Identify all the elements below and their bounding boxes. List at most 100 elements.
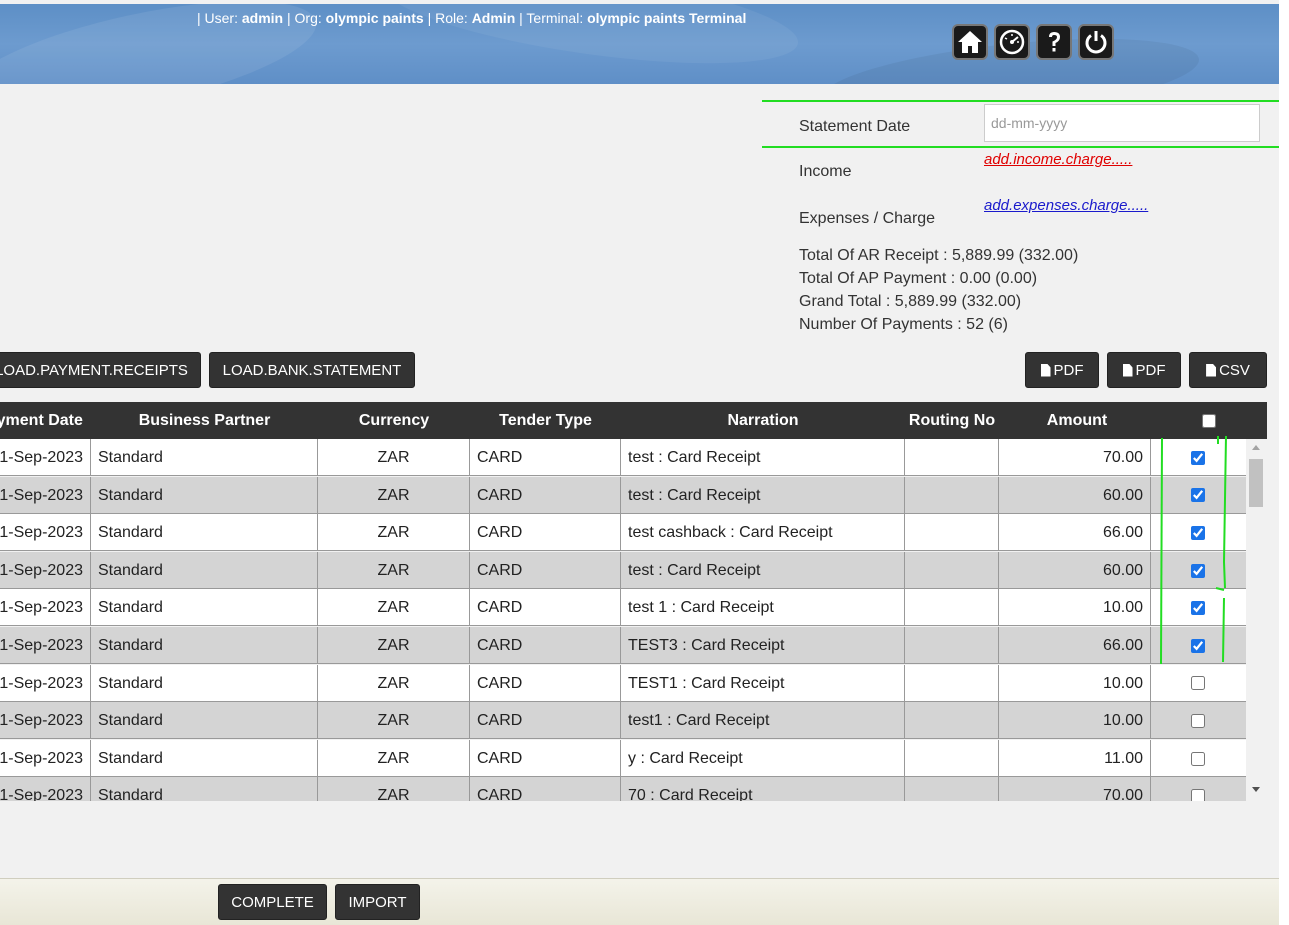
cell-narration: test : Card Receipt <box>621 551 905 589</box>
cell-payment-date: 01-Sep-2023 <box>0 589 91 627</box>
table-row[interactable]: 01-Sep-2023StandardZARCARDtest cashback … <box>0 514 1246 552</box>
cell-business-partner: Standard <box>91 514 318 552</box>
cell-currency: ZAR <box>318 627 470 664</box>
cell-tender-type: CARD <box>470 589 621 627</box>
cell-routing-no <box>905 702 999 740</box>
cell-payment-date: 01-Sep-2023 <box>0 551 91 589</box>
cell-select <box>1151 552 1246 589</box>
scroll-up-arrow-icon[interactable] <box>1252 445 1260 450</box>
cell-select <box>1151 665 1246 702</box>
table-row[interactable]: 01-Sep-2023StandardZARCARDtest 1 : Card … <box>0 589 1246 627</box>
cell-routing-no <box>905 589 999 627</box>
complete-button[interactable]: COMPLETE <box>218 884 327 920</box>
cell-payment-date: 01-Sep-2023 <box>0 664 91 702</box>
row-select-checkbox[interactable] <box>1190 488 1205 503</box>
add-expenses-charge-link[interactable]: add.expenses.charge..... <box>984 197 1148 214</box>
row-select-checkbox[interactable] <box>1190 789 1205 801</box>
export-pdf-button[interactable]: PDF <box>1025 352 1099 388</box>
table-row[interactable]: 01-Sep-2023StandardZARCARDTEST1 : Card R… <box>0 664 1246 702</box>
cell-narration: test cashback : Card Receipt <box>621 514 905 552</box>
scroll-thumb[interactable] <box>1249 459 1263 507</box>
cell-select <box>1151 439 1246 476</box>
cell-narration: TEST1 : Card Receipt <box>621 664 905 702</box>
table-row[interactable]: 01-Sep-2023StandardZARCARDy : Card Recei… <box>0 739 1246 777</box>
table-row[interactable]: 01-Sep-2023StandardZARCARD70 : Card Rece… <box>0 777 1246 801</box>
org-name: olympic paints <box>325 10 424 26</box>
cell-routing-no <box>905 739 999 777</box>
export-csv-button[interactable]: CSV <box>1189 352 1267 388</box>
cell-tender-type: CARD <box>470 551 621 589</box>
row-select-checkbox[interactable] <box>1190 751 1205 766</box>
help-button[interactable] <box>1036 24 1072 60</box>
income-label: Income <box>799 163 852 180</box>
table-row[interactable]: 01-Sep-2023StandardZARCARDtest : Card Re… <box>0 551 1246 589</box>
terminal-name: olympic paints Terminal <box>587 10 747 26</box>
import-button[interactable]: IMPORT <box>335 884 420 920</box>
cell-amount: 10.00 <box>999 664 1151 702</box>
load-payment-receipts-button[interactable]: LOAD.PAYMENT.RECEIPTS <box>0 352 201 388</box>
cell-business-partner: Standard <box>91 664 318 702</box>
cell-business-partner: Standard <box>91 551 318 589</box>
col-tender-type[interactable]: Tender Type <box>470 402 621 439</box>
add-income-charge-link[interactable]: add.income.charge..... <box>984 151 1132 168</box>
cell-currency: ZAR <box>318 702 470 740</box>
cell-amount: 11.00 <box>999 739 1151 777</box>
cell-amount: 10.00 <box>999 702 1151 740</box>
table-scrollbar[interactable] <box>1246 439 1267 801</box>
scroll-down-arrow-icon[interactable] <box>1252 787 1260 792</box>
select-all-checkbox[interactable] <box>1202 413 1216 428</box>
col-currency[interactable]: Currency <box>318 402 470 439</box>
cell-currency: ZAR <box>318 739 470 777</box>
header-icons <box>952 24 1114 60</box>
cell-payment-date: 01-Sep-2023 <box>0 777 91 801</box>
cell-business-partner: Standard <box>91 627 318 664</box>
cell-payment-date: 01-Sep-2023 <box>0 476 91 514</box>
col-payment-date[interactable]: Payment Date <box>0 402 90 439</box>
table-row[interactable]: 01-Sep-2023StandardZARCARDtest : Card Re… <box>0 476 1246 514</box>
home-button[interactable] <box>952 24 988 60</box>
cell-currency: ZAR <box>318 551 470 589</box>
col-narration[interactable]: Narration <box>621 402 905 439</box>
table-row[interactable]: 01-Sep-2023StandardZARCARDtest1 : Card R… <box>0 702 1246 740</box>
totals-summary: Total Of AR Receipt : 5,889.99 (332.00) … <box>799 244 1078 336</box>
row-select-checkbox[interactable] <box>1190 601 1205 616</box>
statement-date-input[interactable] <box>984 104 1260 142</box>
help-icon <box>1049 32 1060 52</box>
cell-tender-type: CARD <box>470 514 621 552</box>
cell-business-partner: Standard <box>91 476 318 514</box>
cell-select <box>1151 777 1246 801</box>
home-icon <box>958 31 982 53</box>
cell-routing-no <box>905 439 999 476</box>
cell-routing-no <box>905 551 999 589</box>
cell-payment-date: 01-Sep-2023 <box>0 702 91 740</box>
col-business-partner[interactable]: Business Partner <box>91 402 318 439</box>
cell-amount: 10.00 <box>999 589 1151 627</box>
cell-amount: 60.00 <box>999 476 1151 514</box>
cell-routing-no <box>905 627 999 664</box>
dashboard-icon <box>999 29 1025 55</box>
document-edit-icon <box>1122 363 1133 377</box>
row-select-checkbox[interactable] <box>1190 638 1205 653</box>
document-icon <box>1206 363 1217 377</box>
col-routing-no[interactable]: Routing No <box>905 402 999 439</box>
cell-narration: TEST3 : Card Receipt <box>621 627 905 664</box>
row-select-checkbox[interactable] <box>1190 450 1205 465</box>
col-amount[interactable]: Amount <box>999 402 1155 439</box>
row-select-checkbox[interactable] <box>1190 676 1205 691</box>
select-all-cell <box>1190 402 1228 439</box>
load-bank-statement-button[interactable]: LOAD.BANK.STATEMENT <box>209 352 415 388</box>
role-name: Admin <box>471 10 516 26</box>
cell-business-partner: Standard <box>91 702 318 740</box>
cell-business-partner: Standard <box>91 777 318 801</box>
dashboard-button[interactable] <box>994 24 1030 60</box>
cell-amount: 70.00 <box>999 439 1151 476</box>
row-select-checkbox[interactable] <box>1190 563 1205 578</box>
table-row[interactable]: 01-Sep-2023StandardZARCARDtest : Card Re… <box>0 439 1246 476</box>
cell-narration: y : Card Receipt <box>621 739 905 777</box>
row-select-checkbox[interactable] <box>1190 525 1205 540</box>
export-pdf-alt-button[interactable]: PDF <box>1107 352 1181 388</box>
logout-button[interactable] <box>1078 24 1114 60</box>
grand-total: Grand Total : 5,889.99 (332.00) <box>799 293 1022 310</box>
row-select-checkbox[interactable] <box>1190 713 1205 728</box>
table-row[interactable]: 01-Sep-2023StandardZARCARDTEST3 : Card R… <box>0 627 1246 664</box>
